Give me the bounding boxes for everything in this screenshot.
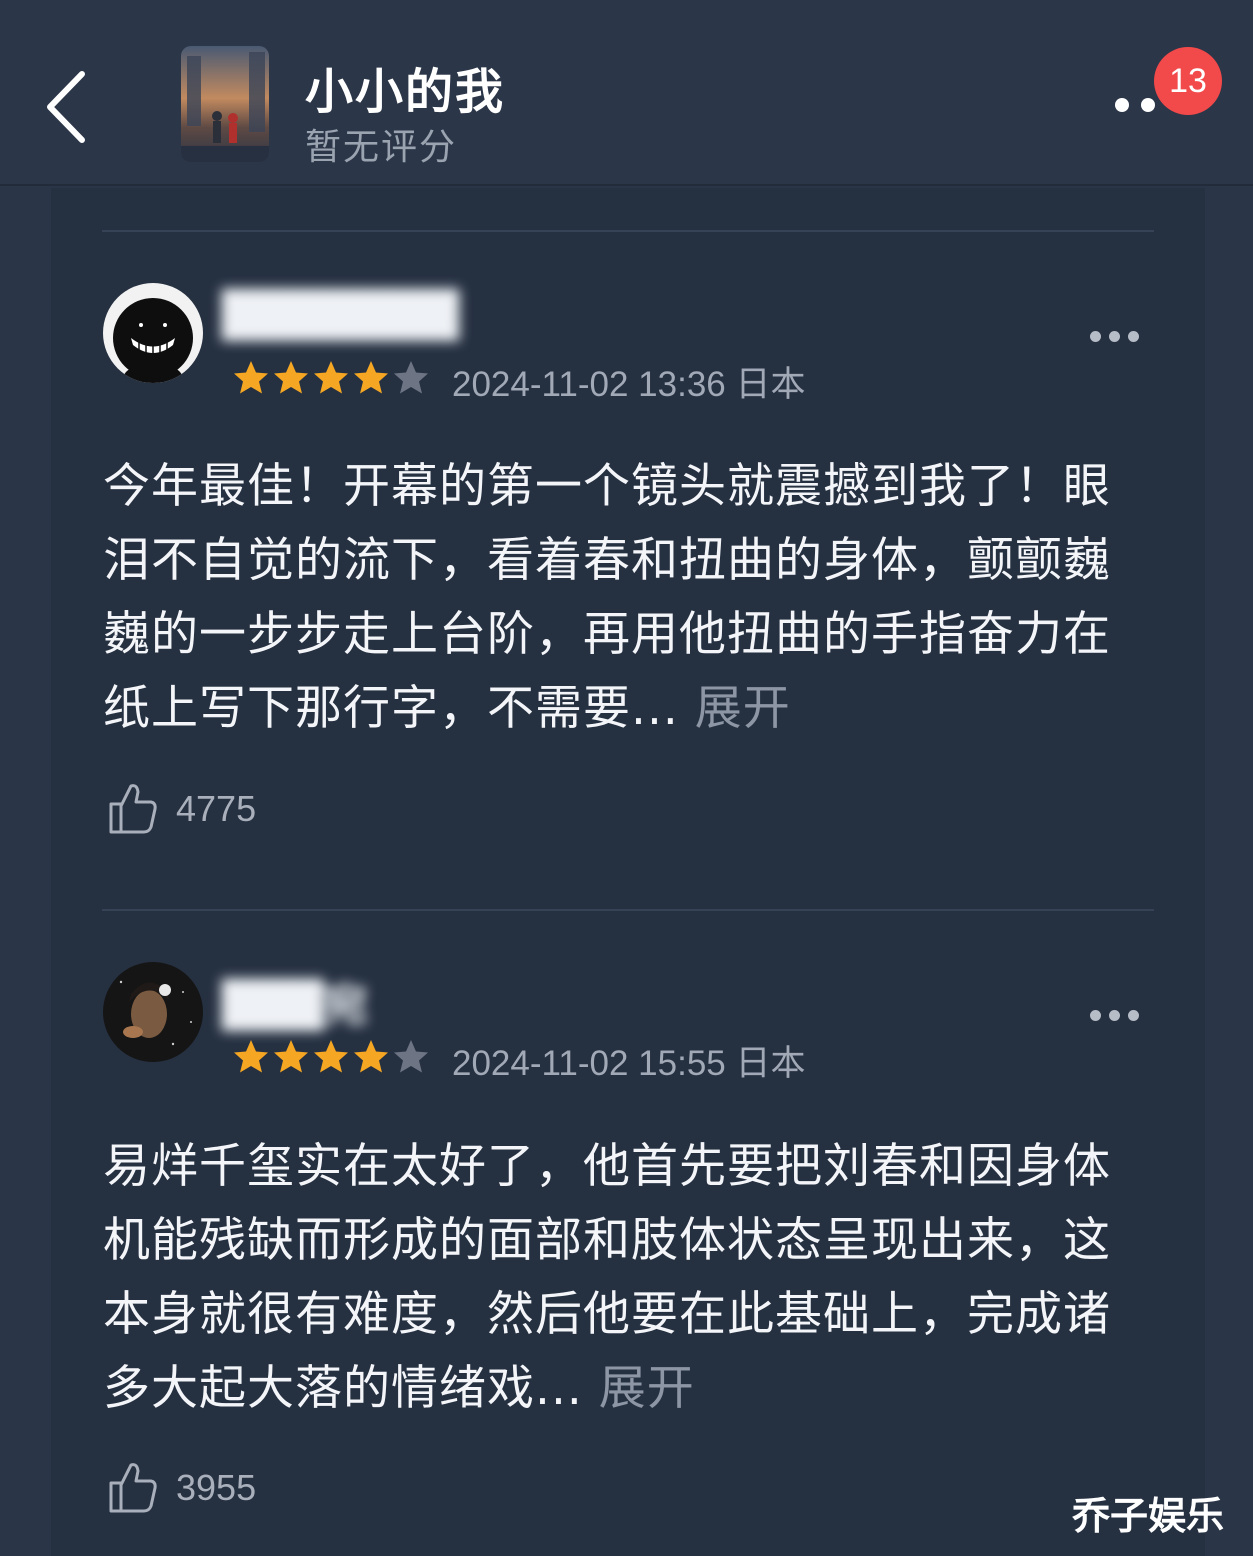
review-text[interactable]: 今年最佳！开幕的第一个镜头就震撼到我了！眼泪不自觉的流下，看着春和扭曲的身体，颤… [103,450,1133,746]
movie-rating: 暂无评分 [305,127,458,168]
star-icon [274,361,308,394]
like-button[interactable] [107,1459,163,1515]
review-region: 日本 [735,365,806,404]
star-rating [231,358,431,398]
review-region: 日本 [735,1044,806,1083]
like-button[interactable] [107,780,163,836]
review-body: 今年最佳！开幕的第一个镜头就震撼到我了！眼泪不自觉的流下，看着春和扭曲的身体，颤… [103,459,1111,736]
username[interactable]: ███宛 [222,969,368,1033]
back-button[interactable] [40,62,100,152]
avatar[interactable] [103,283,203,383]
star-icon [354,361,388,394]
like-count: 4775 [176,788,257,829]
expand-link[interactable]: 展开 [599,1361,695,1416]
star-icon [234,1040,268,1073]
review-text[interactable]: 易烊千玺实在太好了，他首先要把刘春和因身体机能残缺而形成的面部和肢体状态呈现出来… [103,1130,1133,1426]
watermark: 乔子娱乐 [1072,1494,1225,1538]
expand-link[interactable]: 展开 [695,681,791,736]
star-icon [394,361,428,394]
star-icon [274,1040,308,1073]
avatar[interactable] [103,962,203,1062]
star-icon [314,1040,348,1073]
star-icon [354,1040,388,1073]
review-more-button[interactable] [1088,1006,1142,1026]
thumbs-up-icon [109,784,157,834]
review-date: 2024-11-02 13:36 [452,365,726,404]
divider [102,230,1154,232]
top-bar: 小小的我 暂无评分 13 [0,0,1253,186]
review-meta: 2024-11-02 13:36 日本 [452,356,806,407]
movie-poster[interactable] [181,46,269,162]
thumbs-up-icon [109,1463,157,1513]
notification-badge: 13 [1154,47,1222,115]
review-date: 2024-11-02 15:55 [452,1044,726,1083]
star-icon [234,361,268,394]
star-icon [394,1040,428,1073]
star-icon [314,361,348,394]
divider [102,909,1154,911]
username[interactable]: ███████ [222,290,459,341]
review-meta: 2024-11-02 15:55 日本 [452,1035,806,1086]
star-rating [231,1037,431,1077]
chevron-left-icon [47,71,85,143]
movie-title: 小小的我 [305,64,506,120]
like-count: 3955 [176,1467,257,1508]
review-more-button[interactable] [1088,327,1142,347]
